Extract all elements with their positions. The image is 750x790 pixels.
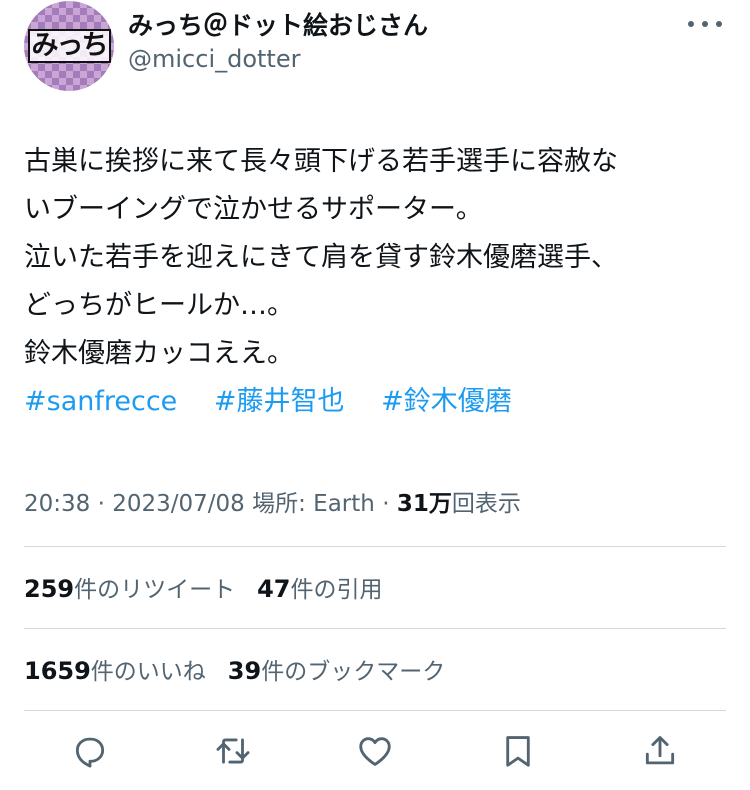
like-label: 件のいいね [90, 659, 206, 685]
hashtag-fujii-tomoya[interactable]: #藤井智也 [214, 386, 345, 417]
tweet-line: どっちがヒールか…。 [24, 290, 294, 321]
retweet-label: 件のリツイート [74, 577, 236, 603]
display-name[interactable]: みっち＠ドット絵おじさん [128, 10, 428, 42]
like-count: 1659 [24, 657, 91, 685]
retweet-icon [216, 738, 249, 764]
like-button[interactable] [353, 729, 397, 773]
tweet-meta: 20:38 · 2023/07/08 場所: Earth · 31万回表示 [24, 486, 726, 522]
tweet-text: 古巣に挨拶に来て長々頭下げる若手選手に容赦な いブーイングで泣かせるサポーター。… [24, 138, 724, 426]
tweet-line: いブーイングで泣かせるサポーター。 [24, 194, 483, 225]
quote-stat[interactable]: 47件の引用 [257, 570, 382, 604]
stats-row-shares: 259件のリツイート 47件の引用 [24, 547, 726, 627]
retweet-count: 259 [24, 575, 75, 603]
hashtag-suzuki-yuma[interactable]: #鈴木優磨 [381, 386, 512, 417]
meta-separator: · [382, 491, 390, 517]
tweet-date[interactable]: 2023/07/08 [112, 491, 245, 517]
avatar[interactable]: みっち [24, 1, 114, 91]
views-label: 回表示 [451, 491, 521, 517]
user-names: みっち＠ドット絵おじさん @micci_dotter [128, 10, 428, 76]
reply-icon [75, 737, 105, 768]
tweet-line: 泣いた若手を迎えにきて肩を貸す鈴木優磨選手、 [24, 242, 618, 273]
bookmark-icon [505, 736, 530, 767]
more-options-icon[interactable] [688, 14, 722, 34]
bookmark-stat[interactable]: 39件のブックマーク [228, 652, 445, 686]
meta-separator: · [97, 491, 105, 517]
hashtag-list: #sanfrecce #藤井智也 #鈴木優磨 [24, 378, 724, 426]
hashtag-sanfrecce[interactable]: #sanfrecce [24, 386, 177, 417]
quote-count: 47 [257, 575, 291, 603]
reply-button[interactable] [68, 729, 112, 773]
tweet-line: 古巣に挨拶に来て長々頭下げる若手選手に容赦な [24, 146, 618, 177]
share-icon [645, 736, 675, 765]
retweet-stat[interactable]: 259件のリツイート [24, 570, 235, 604]
views-count: 31万 [396, 491, 452, 517]
bookmark-label: 件のブックマーク [261, 659, 446, 685]
stats-row-likes: 1659件のいいね 39件のブックマーク [24, 629, 726, 709]
bookmark-button[interactable] [496, 729, 540, 773]
tweet-location: 場所: Earth [252, 491, 375, 517]
retweet-button[interactable] [211, 729, 255, 773]
divider [24, 710, 726, 711]
tweet-line: 鈴木優磨カッコええ。 [24, 338, 294, 369]
like-icon [359, 737, 391, 766]
avatar-label: みっち [27, 28, 111, 64]
quote-label: 件の引用 [290, 577, 383, 603]
tweet-time[interactable]: 20:38 [24, 491, 90, 517]
share-button[interactable] [638, 729, 682, 773]
bookmark-count: 39 [227, 657, 262, 685]
user-handle[interactable]: @micci_dotter [128, 42, 428, 76]
like-stat[interactable]: 1659件のいいね [24, 652, 206, 686]
tweet-header: みっち みっち＠ドット絵おじさん @micci_dotter [24, 0, 726, 100]
action-bar [24, 712, 726, 790]
